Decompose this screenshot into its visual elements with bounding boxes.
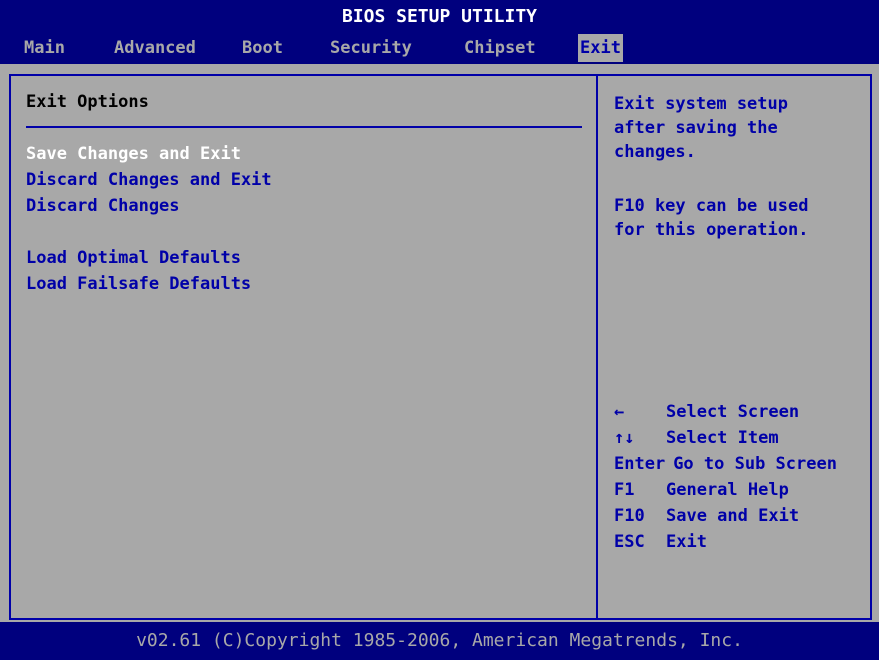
key-legend-save-and-exit: F10 Save and Exit [614, 504, 799, 528]
menu-bar: Main Advanced Boot Security Chipset Exit [0, 34, 879, 64]
help-note: F10 key can be used for this operation. [614, 196, 809, 240]
arrow-up-down-icon: ↑↓ [614, 428, 635, 448]
key-legend-enter: Enter Go to Sub Screen [614, 452, 837, 476]
option-discard-changes[interactable]: Discard Changes [26, 196, 180, 216]
tab-advanced[interactable]: Advanced [112, 34, 198, 62]
option-load-optimal-defaults[interactable]: Load Optimal Defaults [26, 248, 241, 268]
bios-title: BIOS SETUP UTILITY [0, 0, 879, 34]
key-legend-exit: ESC Exit [614, 530, 707, 554]
key-label: Enter [614, 454, 666, 474]
key-legend-select-screen: ← Select Screen [614, 400, 799, 424]
key-label: ESC [614, 532, 645, 552]
key-action: Exit [666, 532, 707, 552]
option-load-failsafe-defaults[interactable]: Load Failsafe Defaults [26, 274, 251, 294]
option-discard-changes-and-exit[interactable]: Discard Changes and Exit [26, 170, 272, 190]
section-title: Exit Options [26, 92, 149, 112]
section-separator [26, 126, 582, 128]
key-action: General Help [666, 480, 789, 500]
tab-boot[interactable]: Boot [240, 34, 285, 62]
key-legend-select-item: ↑↓ Select Item [614, 426, 779, 450]
arrow-left-icon: ← [614, 402, 625, 422]
key-action: Select Screen [666, 402, 800, 422]
key-legend-general-help: F1 General Help [614, 478, 789, 502]
key-action: Go to Sub Screen [673, 454, 837, 474]
tab-chipset[interactable]: Chipset [462, 34, 538, 62]
tab-main[interactable]: Main [22, 34, 67, 62]
key-label: F10 [614, 506, 645, 526]
key-action: Select Item [666, 428, 779, 448]
tab-security[interactable]: Security [328, 34, 414, 62]
tab-exit[interactable]: Exit [578, 34, 623, 62]
copyright-footer: v02.61 (C)Copyright 1985-2006, American … [0, 622, 879, 660]
key-action: Save and Exit [666, 506, 800, 526]
help-description: Exit system setup after saving the chang… [614, 94, 788, 162]
option-save-changes-and-exit[interactable]: Save Changes and Exit [26, 144, 241, 164]
key-label: F1 [614, 480, 635, 500]
